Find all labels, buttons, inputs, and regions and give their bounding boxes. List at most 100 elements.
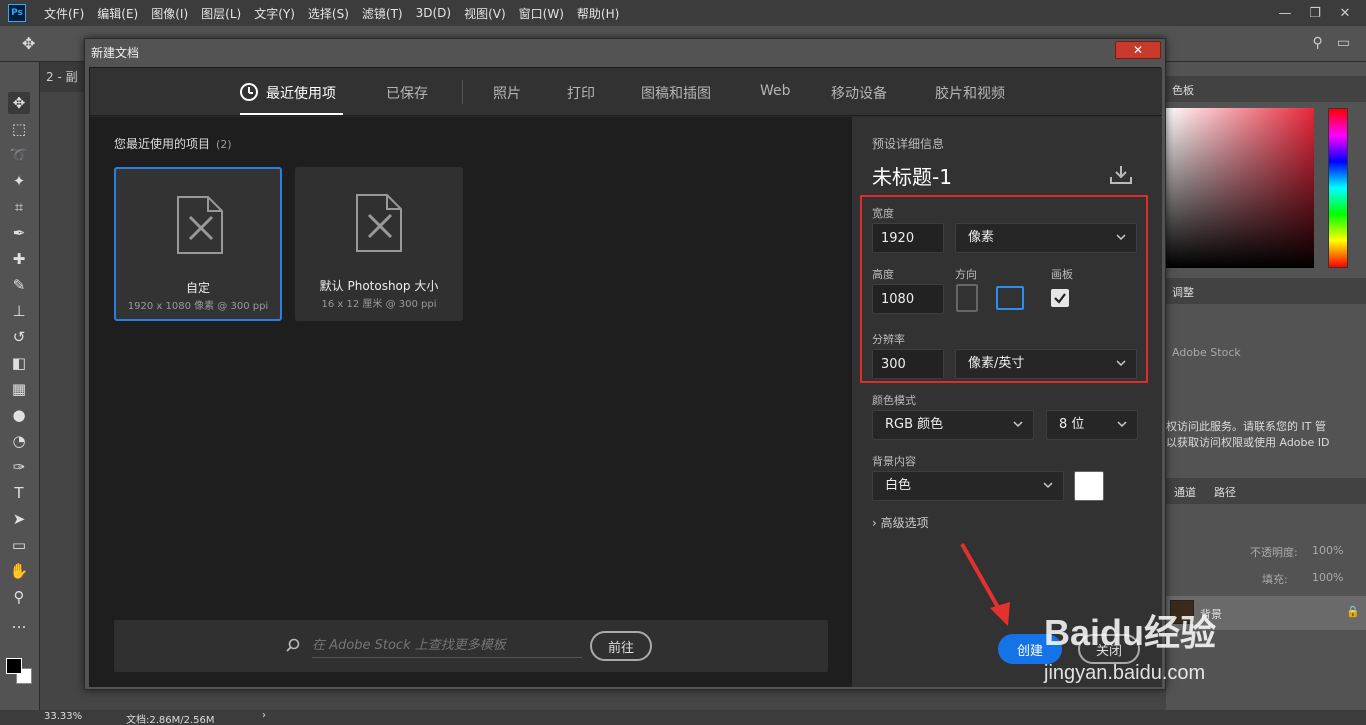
adjust-panel-tabbar: 调整 [1166,278,1366,304]
restore-icon[interactable]: ❐ [1300,6,1330,21]
close-window-icon[interactable]: ✕ [1330,6,1360,21]
foreground-color-swatch[interactable] [6,658,22,674]
status-bar: 33.33% 文档:2.86M/2.56M › [0,710,1366,725]
menu-window[interactable]: 窗口(W) [519,5,564,22]
menu-filter[interactable]: 滤镜(T) [362,5,403,22]
history-brush-tool-icon[interactable]: ↺ [8,326,30,348]
tab-recent[interactable]: 最近使用项 [266,83,336,103]
menu-help[interactable]: 帮助(H) [577,5,619,22]
marquee-tool-icon[interactable]: ⬚ [8,118,30,140]
tab-art-illustration[interactable]: 图稿和插图 [641,83,711,103]
tab-mobile[interactable]: 移动设备 [831,83,887,103]
details-header: 预设详细信息 [872,137,945,151]
tools-panel: ✥ ⬚ ➰ ✦ ⌗ ✒ ✚ ✎ ⊥ ↺ ◧ ▦ ● ◔ ✑ T ➤ ▭ ✋ ⚲ … [0,62,40,710]
go-button[interactable]: 前往 [590,631,652,661]
preset-name: 自定 [185,281,210,295]
move-tool-option-icon[interactable]: ✥ [22,34,35,53]
background-select[interactable]: 白色 [872,471,1064,501]
zoom-tool-icon[interactable]: ⚲ [8,586,30,608]
pen-tool-icon[interactable]: ✑ [8,456,30,478]
document-name[interactable]: 未标题-1 [872,161,952,190]
menu-type[interactable]: 文字(Y) [254,5,295,22]
fill-value[interactable]: 100% [1312,571,1343,584]
brush-tool-icon[interactable]: ✎ [8,274,30,296]
menu-layer[interactable]: 图层(L) [201,5,241,22]
artboard-checkbox[interactable] [1051,289,1069,307]
menu-3d[interactable]: 3D(D) [416,6,451,20]
tab-channels[interactable]: 通道 [1174,484,1196,500]
status-menu-arrow[interactable]: › [262,710,266,721]
menu-file[interactable]: 文件(F) [44,5,84,22]
workspace-icon[interactable]: ▭ [1337,35,1350,51]
tab-web[interactable]: Web [760,83,791,99]
search-icon[interactable]: ⚲ [1313,35,1323,51]
blur-tool-icon[interactable]: ● [8,404,30,426]
crop-tool-icon[interactable]: ⌗ [8,196,30,218]
dodge-tool-icon[interactable]: ◔ [8,430,30,452]
preset-description: 1920 x 1080 像素 @ 300 ppi [127,301,269,312]
gradient-tool-icon[interactable]: ▦ [8,378,30,400]
portrait-orientation-icon[interactable] [956,284,978,312]
tab-photo[interactable]: 照片 [493,83,521,103]
service-message-2: 以获取访问权限或使用 Adobe ID [1166,436,1330,449]
preset-name: 默认 Photoshop 大小 [319,279,439,293]
tab-adjustments[interactable]: 调整 [1172,284,1194,300]
menu-image[interactable]: 图像(I) [151,5,188,22]
rectangle-tool-icon[interactable]: ▭ [8,534,30,556]
minimize-icon[interactable]: — [1270,6,1300,21]
resolution-input[interactable] [872,349,944,379]
chevron-down-icon [1117,421,1127,428]
width-input[interactable] [872,223,944,253]
tab-print[interactable]: 打印 [567,83,595,103]
background-color-swatch[interactable] [1074,471,1104,501]
layers-panel-tabbar: 通道 路径 [1166,478,1366,504]
tab-swatches[interactable]: 色板 [1172,82,1194,98]
hue-slider[interactable] [1328,108,1348,268]
tab-saved[interactable]: 已保存 [386,83,428,103]
healing-tool-icon[interactable]: ✚ [8,248,30,270]
magic-wand-tool-icon[interactable]: ✦ [8,170,30,192]
eraser-tool-icon[interactable]: ◧ [8,352,30,374]
height-label: 高度 [872,268,894,281]
move-tool-icon[interactable]: ✥ [8,92,30,114]
background-value: 白色 [885,478,912,493]
color-mode-select[interactable]: RGB 颜色 [872,410,1034,440]
document-size: 文档:2.86M/2.56M [126,715,215,725]
photoshop-logo-icon: Ps [8,4,26,22]
stamp-tool-icon[interactable]: ⊥ [8,300,30,322]
annotation-arrow-icon [960,543,1010,626]
path-select-tool-icon[interactable]: ➤ [8,508,30,530]
bit-depth-select[interactable]: 8 位 [1046,410,1138,440]
fill-label: 填充: [1262,573,1288,586]
opacity-value[interactable]: 100% [1312,544,1343,557]
lasso-tool-icon[interactable]: ➰ [8,144,30,166]
type-tool-icon[interactable]: T [8,482,30,504]
preset-card-custom[interactable]: 自定 1920 x 1080 像素 @ 300 ppi [114,167,282,321]
menu-select[interactable]: 选择(S) [308,5,349,22]
stock-search-input[interactable] [312,634,582,658]
menu-bar: Ps 文件(F) 编辑(E) 图像(I) 图层(L) 文字(Y) 选择(S) 滤… [0,0,1366,26]
tab-paths[interactable]: 路径 [1214,484,1236,500]
opacity-label: 不透明度: [1250,546,1298,559]
hand-tool-icon[interactable]: ✋ [8,560,30,582]
height-input[interactable] [872,284,944,314]
document-tab[interactable]: 2 - 副 [46,68,78,85]
color-picker-field[interactable] [1166,108,1314,268]
advanced-options-toggle[interactable]: › 高级选项 [872,514,929,531]
landscape-orientation-icon[interactable] [996,286,1024,310]
document-preset-icon [356,194,402,252]
menu-view[interactable]: 视图(V) [464,5,506,22]
tab-film-video[interactable]: 胶片和视频 [935,83,1005,103]
resolution-unit-value: 像素/英寸 [968,356,1025,371]
save-preset-icon[interactable] [1110,165,1132,185]
resolution-unit-select[interactable]: 像素/英寸 [955,349,1137,379]
more-tools-icon[interactable]: … [8,612,30,634]
width-unit-select[interactable]: 像素 [955,223,1137,253]
dialog-close-button[interactable]: ✕ [1115,41,1161,59]
eyedropper-tool-icon[interactable]: ✒ [8,222,30,244]
menu-edit[interactable]: 编辑(E) [97,5,138,22]
adobe-stock-search-bar: 前往 [114,620,828,672]
zoom-level[interactable]: 33.33% [44,711,82,722]
dialog-titlebar: 新建文档 ✕ [85,39,1165,63]
preset-card-default[interactable]: 默认 Photoshop 大小 16 x 12 厘米 @ 300 ppi [295,167,463,321]
